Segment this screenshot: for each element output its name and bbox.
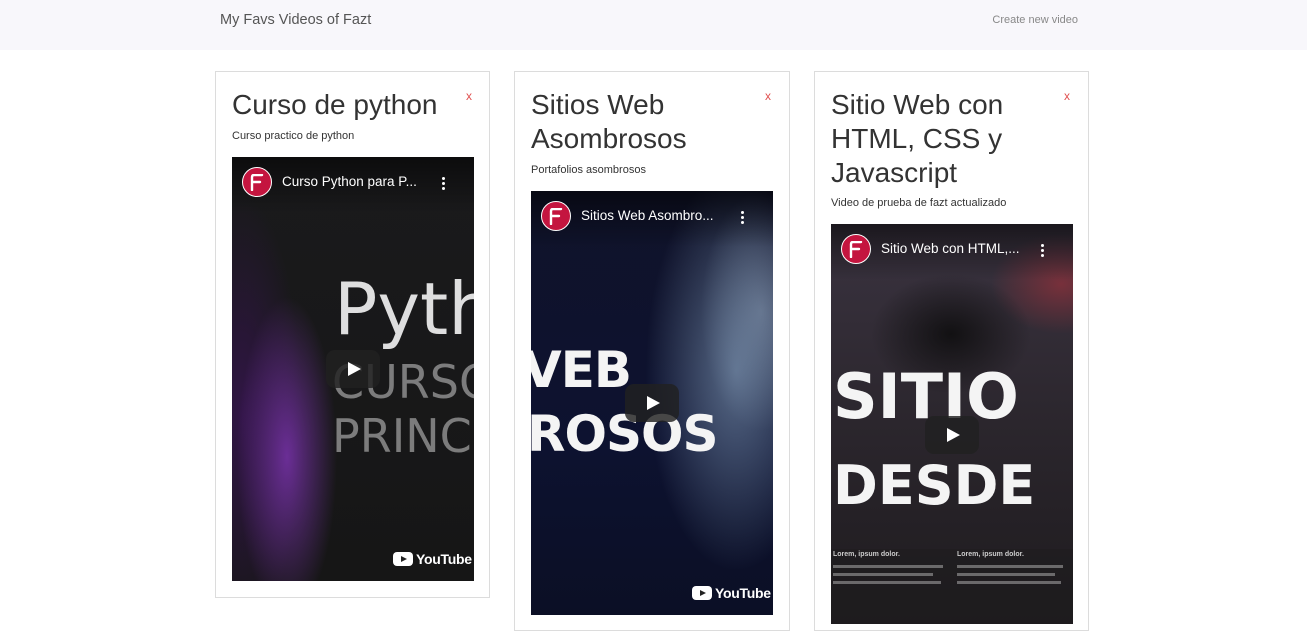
card-description: Video de prueba de fazt actualizado (831, 197, 1007, 209)
video-card: Sitio Web con HTML, CSS y Javascript x V… (814, 71, 1089, 631)
card-title: Curso de python (232, 89, 438, 120)
thumbnail-text: PRINC (332, 409, 472, 463)
play-icon[interactable] (326, 350, 380, 388)
delete-video-button[interactable]: x (1064, 89, 1070, 103)
video-embed[interactable]: VEB ROSOS Sitios Web Asombro... YouTube (531, 191, 773, 615)
navbar-brand[interactable]: My Favs Videos of Fazt (220, 12, 371, 28)
video-embed[interactable]: Pyth CURSO PRINC Curso Python para P... … (232, 157, 474, 581)
thumbnail-mockup: Lorem, ipsum dolor. Lorem, ipsum dolor. (831, 549, 1073, 624)
video-card: Sitios Web Asombrosos x Portafolios asom… (514, 71, 790, 631)
embed-video-title[interactable]: Sitio Web con HTML,... (881, 241, 1026, 256)
youtube-icon[interactable]: YouTube (393, 551, 472, 567)
card-description: Portafolios asombrosos (531, 164, 646, 176)
card-title: Sitios Web Asombrosos (531, 89, 687, 154)
more-vertical-icon[interactable] (737, 209, 747, 225)
delete-video-button[interactable]: x (466, 89, 472, 103)
fazt-logo-icon[interactable] (541, 201, 571, 231)
embed-video-title[interactable]: Curso Python para P... (282, 174, 427, 189)
embed-video-title[interactable]: Sitios Web Asombro... (581, 208, 726, 223)
navbar: My Favs Videos of Fazt Create new video (0, 0, 1307, 50)
thumbnail-text: Pyth (334, 267, 474, 351)
create-video-link[interactable]: Create new video (992, 14, 1078, 26)
thumbnail-text: VEB (531, 341, 632, 399)
youtube-icon[interactable]: YouTube (692, 585, 771, 601)
fazt-logo-icon[interactable] (242, 167, 272, 197)
more-vertical-icon[interactable] (438, 175, 448, 191)
video-card: Curso de python x Curso practico de pyth… (215, 71, 490, 598)
play-icon[interactable] (925, 416, 979, 454)
more-vertical-icon[interactable] (1037, 242, 1047, 258)
card-title: Sitio Web con HTML, CSS y Javascript (831, 89, 1004, 188)
video-embed[interactable]: SITIO DESDE Lorem, ipsum dolor. Lorem, i… (831, 224, 1073, 624)
fazt-logo-icon[interactable] (841, 234, 871, 264)
play-icon[interactable] (625, 384, 679, 422)
card-description: Curso practico de python (232, 130, 355, 142)
delete-video-button[interactable]: x (765, 89, 771, 103)
thumbnail-text: DESDE (833, 454, 1036, 517)
